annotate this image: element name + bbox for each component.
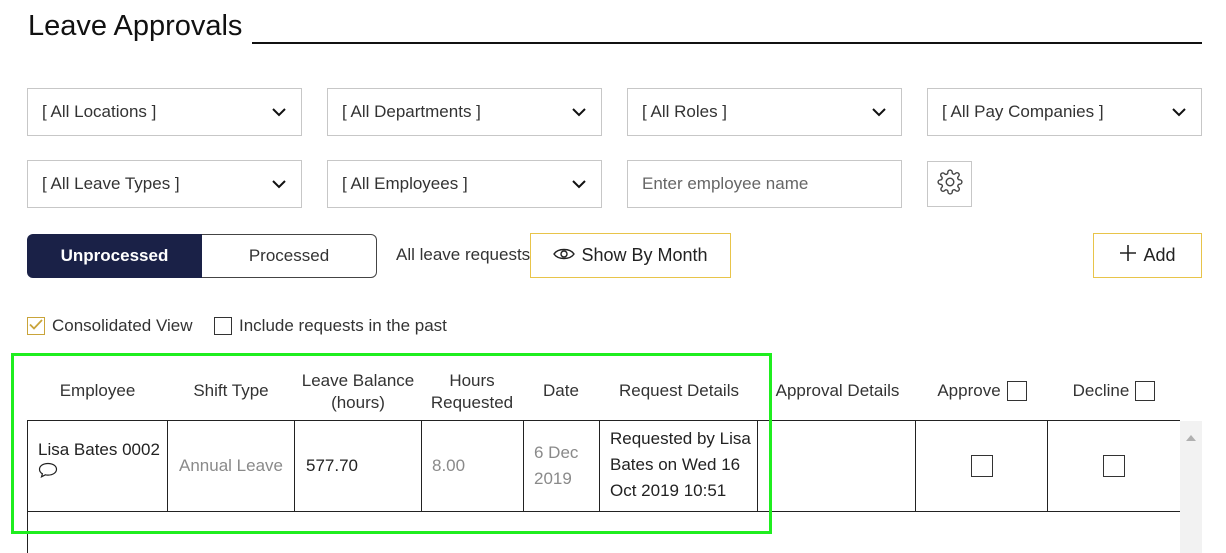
approval-details-cell [758, 420, 916, 512]
title-underline [252, 42, 1202, 44]
header-approve-label: Approve [937, 381, 1001, 400]
employee-name-input[interactable] [627, 160, 902, 208]
role-select-value: [ All Roles ] [642, 102, 728, 121]
pay-company-select-value: [ All Pay Companies ] [942, 102, 1104, 121]
chevron-down-icon [271, 176, 287, 192]
header-decline-label: Decline [1072, 381, 1130, 400]
add-label: Add [1143, 245, 1176, 265]
highlight-box [11, 353, 772, 534]
include-past-label: Include requests in the past [239, 316, 447, 335]
decline-all-checkbox[interactable] [1135, 381, 1156, 401]
plus-icon [1119, 244, 1137, 267]
chevron-down-icon [871, 104, 887, 120]
settings-button[interactable] [927, 161, 972, 207]
header-approval-details: Approval Details [775, 381, 900, 400]
chevron-down-icon [571, 176, 587, 192]
leave-type-select[interactable]: [ All Leave Types ] [27, 160, 302, 208]
approve-cell [916, 420, 1048, 512]
include-past-checkbox[interactable] [214, 317, 232, 335]
chevron-down-icon [571, 104, 587, 120]
show-by-month-button[interactable]: Show By Month [530, 233, 731, 278]
location-select-value: [ All Locations ] [42, 102, 157, 121]
role-select[interactable]: [ All Roles ] [627, 88, 902, 136]
leave-type-select-value: [ All Leave Types ] [42, 174, 180, 193]
add-button[interactable]: Add [1093, 233, 1202, 278]
chevron-down-icon [1171, 104, 1187, 120]
gear-icon [936, 168, 963, 200]
tab-processed[interactable]: Processed [202, 234, 377, 278]
header-decline: Decline [1048, 380, 1180, 402]
scroll-up-icon[interactable] [1186, 428, 1196, 446]
show-by-month-label: Show By Month [581, 245, 708, 265]
tab-unprocessed[interactable]: Unprocessed [27, 234, 202, 278]
decline-checkbox[interactable] [1103, 455, 1125, 477]
department-select-value: [ All Departments ] [342, 102, 481, 121]
department-select[interactable]: [ All Departments ] [327, 88, 602, 136]
header-approve: Approve [916, 380, 1048, 402]
pay-company-select[interactable]: [ All Pay Companies ] [927, 88, 1202, 136]
eye-icon [553, 245, 576, 266]
check-icon [29, 317, 43, 335]
page-title: Leave Approvals [28, 10, 243, 42]
approve-all-checkbox[interactable] [1006, 381, 1027, 401]
all-leave-requests-label: All leave requests [396, 245, 531, 264]
employee-select[interactable]: [ All Employees ] [327, 160, 602, 208]
chevron-down-icon [271, 104, 287, 120]
consolidated-view-label: Consolidated View [52, 316, 193, 335]
consolidated-view-checkbox[interactable] [27, 317, 45, 335]
employee-select-value: [ All Employees ] [342, 174, 468, 193]
decline-cell [1048, 420, 1180, 512]
location-select[interactable]: [ All Locations ] [27, 88, 302, 136]
table-scrollbar[interactable] [1180, 421, 1202, 553]
approve-checkbox[interactable] [970, 455, 993, 477]
status-tabs: Unprocessed Processed [27, 234, 377, 278]
